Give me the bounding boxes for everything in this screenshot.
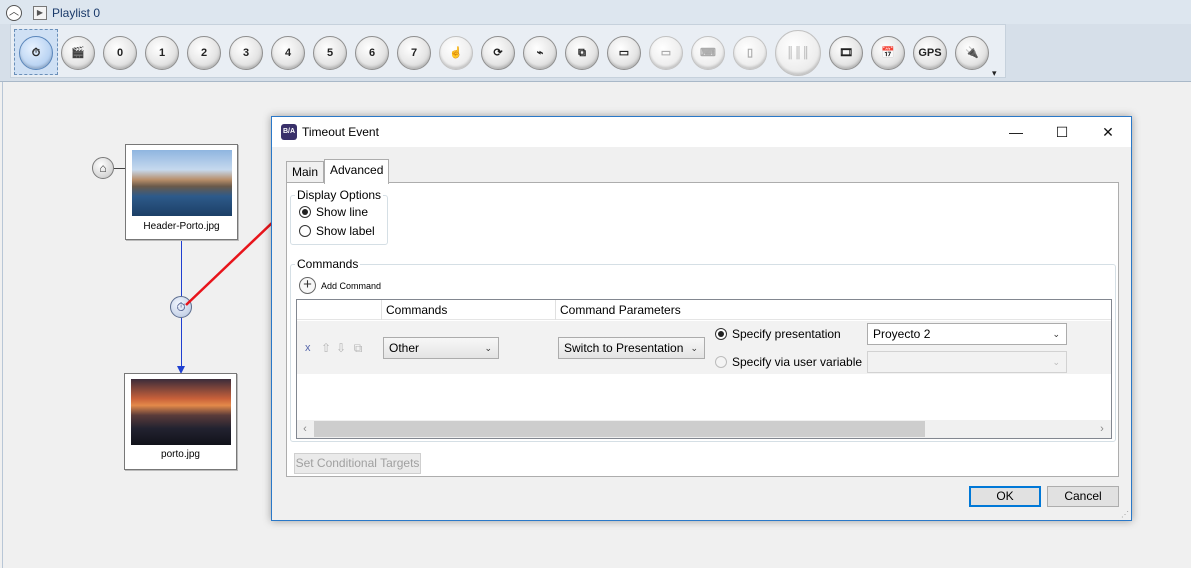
chevron-down-icon: ⌄ bbox=[1052, 357, 1060, 367]
cancel-button[interactable]: Cancel bbox=[1047, 486, 1119, 507]
scroll-left-icon[interactable]: ‹ bbox=[297, 421, 313, 437]
show-line-label: Show line bbox=[316, 205, 369, 219]
specify-presentation-label: Specify presentation bbox=[732, 327, 841, 341]
play-icon[interactable]: ▶ bbox=[33, 6, 47, 20]
key-6-icon[interactable]: 6 bbox=[355, 36, 389, 70]
gps-icon[interactable]: GPS bbox=[913, 36, 947, 70]
key-7-icon[interactable]: 7 bbox=[397, 36, 431, 70]
specify-variable-radio[interactable] bbox=[715, 356, 727, 368]
column-header-commands: Commands bbox=[381, 300, 555, 320]
event-toolbar: ⏱ 🎬 0 1 2 3 4 5 6 7 ☝ ⟳ ⌁ ⧉ ▭ ▭ ⌨ ▯ ║║║ 🎞 📅 GPS 🔌 bbox=[10, 24, 1006, 78]
tab-main[interactable]: Main bbox=[286, 161, 325, 184]
media-state-porto[interactable]: porto.jpg bbox=[124, 373, 237, 470]
show-label-label: Show label bbox=[316, 224, 375, 238]
commands-grid: Commands Command Parameters x ⇧ ⇩ ⧉ Othe… bbox=[296, 299, 1112, 439]
command-parameter-select[interactable]: Switch to Presentation ⌄ bbox=[558, 337, 705, 359]
image-thumbnail bbox=[131, 379, 231, 445]
chevron-down-icon: ⌄ bbox=[690, 343, 698, 353]
advanced-tab-panel: Display Options Show line Show label + A… bbox=[286, 182, 1119, 477]
command-parameter-value: Switch to Presentation bbox=[564, 341, 684, 355]
key-0-icon[interactable]: 0 bbox=[103, 36, 137, 70]
remote-control-icon[interactable]: ▯ bbox=[733, 36, 767, 70]
chevron-down-icon: ⌄ bbox=[1052, 329, 1060, 339]
show-line-option[interactable]: Show line bbox=[299, 205, 368, 221]
clapperboard-icon[interactable]: 🎬 bbox=[61, 36, 95, 70]
touch-hand-icon[interactable]: ☝ bbox=[439, 36, 473, 70]
tab-advanced[interactable]: Advanced bbox=[324, 159, 390, 184]
transition-line bbox=[181, 241, 182, 296]
specify-presentation-option[interactable]: Specify presentation bbox=[715, 327, 841, 343]
set-conditional-targets-button[interactable]: Set Conditional Targets bbox=[294, 453, 421, 474]
move-up-icon[interactable]: ⇧ bbox=[319, 341, 333, 355]
chevron-up-icon[interactable]: ︿ bbox=[6, 5, 22, 21]
monitor-icon[interactable]: ▭ bbox=[607, 36, 641, 70]
canvas-border bbox=[2, 82, 3, 568]
scroll-right-icon[interactable]: › bbox=[1094, 421, 1110, 437]
media-state-label: porto.jpg bbox=[161, 449, 200, 460]
minimize-button[interactable]: — bbox=[993, 117, 1039, 147]
barcode-icon[interactable]: ║║║ bbox=[775, 30, 821, 76]
column-header-command-parameters: Command Parameters bbox=[555, 300, 1111, 320]
sync-icon[interactable]: ⟳ bbox=[481, 36, 515, 70]
dialog-titlebar[interactable]: B/A Timeout Event — ☐ ✕ bbox=[272, 117, 1131, 147]
playlist-title: Playlist 0 bbox=[52, 6, 101, 20]
commands-group: + Add Command Commands Command Parameter… bbox=[290, 264, 1116, 442]
ok-button[interactable]: OK bbox=[969, 486, 1041, 507]
add-command-icon[interactable]: + bbox=[299, 277, 316, 294]
stopwatch-icon[interactable]: ⏱ bbox=[19, 36, 53, 70]
media-state-header-porto[interactable]: Header-Porto.jpg bbox=[125, 144, 238, 240]
specify-variable-option[interactable]: Specify via user variable bbox=[715, 355, 862, 371]
toolbar-overflow-icon[interactable]: ▾ bbox=[992, 68, 997, 79]
playlist-header: ︿ ▶ Playlist 0 ⏱ 🎬 0 1 2 3 4 5 6 7 ☝ ⟳ ⌁ ⧉ ▭ ▭ ⌨ ▯ ║║║ 🎞 📅 GP… bbox=[0, 0, 1191, 82]
presentation-select[interactable]: Proyecto 2 ⌄ bbox=[867, 323, 1067, 345]
zones-icon[interactable]: ⧉ bbox=[565, 36, 599, 70]
scrollbar-thumb[interactable] bbox=[314, 421, 925, 437]
timeout-event-dialog: B/A Timeout Event — ☐ ✕ Main Advanced Di… bbox=[271, 116, 1132, 521]
playlist-title-row: ︿ ▶ Playlist 0 bbox=[0, 0, 1191, 24]
duplicate-icon[interactable]: ⧉ bbox=[351, 341, 365, 355]
usb-icon[interactable]: ⌁ bbox=[523, 36, 557, 70]
transition-line bbox=[181, 318, 182, 366]
film-clock-icon[interactable]: 🎞 bbox=[829, 36, 863, 70]
resize-grip-icon[interactable]: ⋰ bbox=[1121, 510, 1129, 519]
specify-presentation-radio[interactable] bbox=[715, 328, 727, 340]
image-thumbnail bbox=[132, 150, 232, 216]
command-select-value: Other bbox=[389, 341, 420, 355]
key-4-icon[interactable]: 4 bbox=[271, 36, 305, 70]
keyboard-icon[interactable]: ⌨ bbox=[691, 36, 725, 70]
add-command-label[interactable]: Add Command bbox=[321, 281, 381, 291]
serial-port-icon[interactable]: ▭ bbox=[649, 36, 683, 70]
user-variable-select[interactable]: ⌄ bbox=[867, 351, 1067, 373]
dialog-title: Timeout Event bbox=[302, 125, 379, 139]
maximize-button[interactable]: ☐ bbox=[1039, 117, 1085, 147]
grid-header: Commands Command Parameters bbox=[297, 300, 1111, 320]
key-1-icon[interactable]: 1 bbox=[145, 36, 179, 70]
calendar-clock-icon[interactable]: 📅 bbox=[871, 36, 905, 70]
move-down-icon[interactable]: ⇩ bbox=[334, 341, 348, 355]
remove-command-button[interactable]: x bbox=[305, 342, 311, 354]
key-3-icon[interactable]: 3 bbox=[229, 36, 263, 70]
app-icon: B/A bbox=[281, 124, 297, 140]
show-label-option[interactable]: Show label bbox=[299, 224, 375, 240]
display-options-label: Display Options bbox=[295, 188, 384, 202]
chevron-down-icon: ⌄ bbox=[484, 343, 492, 353]
show-label-radio[interactable] bbox=[299, 225, 311, 237]
key-5-icon[interactable]: 5 bbox=[313, 36, 347, 70]
show-line-radio[interactable] bbox=[299, 206, 311, 218]
media-state-label: Header-Porto.jpg bbox=[143, 221, 220, 232]
key-2-icon[interactable]: 2 bbox=[187, 36, 221, 70]
home-icon[interactable]: ⌂ bbox=[92, 157, 114, 179]
commands-group-label: Commands bbox=[295, 257, 361, 271]
command-select[interactable]: Other ⌄ bbox=[383, 337, 499, 359]
close-button[interactable]: ✕ bbox=[1085, 117, 1131, 147]
specify-variable-label: Specify via user variable bbox=[732, 355, 863, 369]
timeout-transition-icon[interactable]: ⏱ bbox=[170, 296, 192, 318]
plug-icon[interactable]: 🔌 bbox=[955, 36, 989, 70]
horizontal-scrollbar[interactable]: ‹ › bbox=[297, 420, 1111, 438]
presentation-select-value: Proyecto 2 bbox=[873, 327, 931, 341]
table-row: x ⇧ ⇩ ⧉ Other ⌄ Switch to Presentation ⌄… bbox=[297, 321, 1111, 374]
